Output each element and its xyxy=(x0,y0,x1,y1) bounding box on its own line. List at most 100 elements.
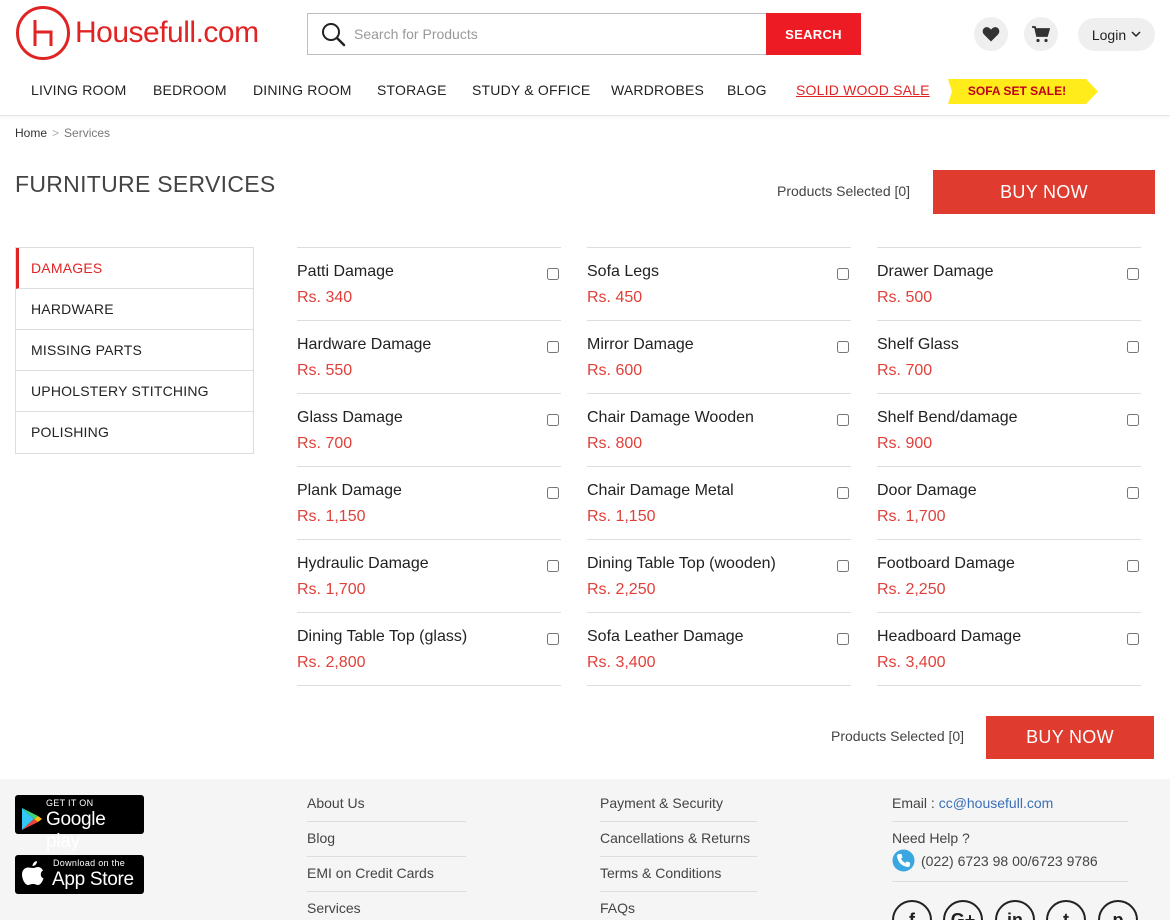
service-item: Hydraulic Damage Rs. 1,700 xyxy=(297,540,561,613)
services-column-2: Sofa Legs Rs. 450 Mirror Damage Rs. 600 Ch… xyxy=(587,247,851,686)
service-price: Rs. 3,400 xyxy=(877,654,946,671)
service-checkbox[interactable] xyxy=(837,633,849,645)
service-checkbox[interactable] xyxy=(837,341,849,353)
footer-link-payment-security[interactable]: Payment & Security xyxy=(600,795,723,811)
cart-button[interactable] xyxy=(1024,17,1058,51)
service-name: Sofa Legs xyxy=(587,263,660,280)
service-price: Rs. 340 xyxy=(297,289,353,306)
page-title: FURNITURE SERVICES xyxy=(15,171,276,197)
site-logo[interactable]: Housefull.com xyxy=(16,6,259,60)
twitter-icon[interactable]: t xyxy=(1046,900,1086,920)
site-footer: GET IT ON Google play Download on the Ap… xyxy=(0,779,1170,920)
service-checkbox[interactable] xyxy=(837,268,849,280)
service-checkbox[interactable] xyxy=(837,487,849,499)
service-checkbox[interactable] xyxy=(1127,268,1139,280)
service-price: Rs. 900 xyxy=(877,435,933,452)
logo-mark-icon xyxy=(16,6,70,60)
service-name: Shelf Bend/damage xyxy=(877,409,1018,426)
service-item: Sofa Leather Damage Rs. 3,400 xyxy=(587,613,851,686)
app-store-small-text: Download on the xyxy=(53,858,126,868)
footer-link-faqs[interactable]: FAQs xyxy=(600,900,635,916)
service-price: Rs. 500 xyxy=(877,289,933,306)
service-checkbox[interactable] xyxy=(547,560,559,572)
sidebar-item-missing-parts[interactable]: MISSING PARTS xyxy=(16,330,253,371)
service-name: Glass Damage xyxy=(297,409,403,426)
service-item: Drawer Damage Rs. 500 xyxy=(877,248,1141,321)
service-item: Door Damage Rs. 1,700 xyxy=(877,467,1141,540)
pinterest-icon[interactable]: p xyxy=(1098,900,1138,920)
search-input[interactable] xyxy=(354,26,734,42)
service-price: Rs. 550 xyxy=(297,362,353,379)
service-category-sidebar: DAMAGES HARDWARE MISSING PARTS UPHOLSTER… xyxy=(15,247,254,454)
instagram-icon[interactable]: in xyxy=(995,900,1035,920)
service-price: Rs. 3,400 xyxy=(587,654,656,671)
sofa-set-sale-badge[interactable]: SOFA SET SALE! xyxy=(948,79,1098,104)
service-name: Plank Damage xyxy=(297,482,402,499)
footer-link-about-us[interactable]: About Us xyxy=(307,795,365,811)
nav-blog[interactable]: BLOG xyxy=(727,82,767,98)
service-checkbox[interactable] xyxy=(1127,414,1139,426)
search-box xyxy=(307,13,767,55)
google-play-badge[interactable]: GET IT ON Google play xyxy=(15,795,144,852)
service-price: Rs. 2,250 xyxy=(877,581,946,598)
service-name: Hardware Damage xyxy=(297,336,432,353)
nav-dining-room[interactable]: DINING ROOM xyxy=(253,82,352,98)
footer-divider xyxy=(307,891,466,892)
service-price: Rs. 800 xyxy=(587,435,643,452)
buy-now-button-bottom[interactable]: BUY NOW xyxy=(986,716,1154,759)
service-checkbox[interactable] xyxy=(547,341,559,353)
sidebar-item-polishing[interactable]: POLISHING xyxy=(16,412,253,453)
footer-link-blog[interactable]: Blog xyxy=(307,830,335,846)
service-checkbox[interactable] xyxy=(547,414,559,426)
service-checkbox[interactable] xyxy=(837,414,849,426)
service-price: Rs. 1,700 xyxy=(877,508,946,525)
service-checkbox[interactable] xyxy=(547,268,559,280)
nav-bedroom[interactable]: BEDROOM xyxy=(153,82,227,98)
service-checkbox[interactable] xyxy=(1127,341,1139,353)
footer-link-cancellations[interactable]: Cancellations & Returns xyxy=(600,830,750,846)
breadcrumb-separator: > xyxy=(52,126,60,140)
footer-link-emi[interactable]: EMI on Credit Cards xyxy=(307,865,434,881)
nav-study-office[interactable]: STUDY & OFFICE xyxy=(472,82,590,98)
phone-number[interactable]: (022) 6723 98 00/6723 9786 xyxy=(921,853,1098,869)
buy-now-button-top[interactable]: BUY NOW xyxy=(933,170,1155,214)
email-link[interactable]: cc@housefull.com xyxy=(939,795,1054,811)
google-play-icon xyxy=(22,808,42,830)
login-button[interactable]: Login xyxy=(1078,18,1155,51)
search-button[interactable]: SEARCH xyxy=(766,13,861,55)
cart-icon xyxy=(1032,25,1050,42)
sidebar-item-damages[interactable]: DAMAGES xyxy=(16,248,253,289)
nav-solid-wood-sale[interactable]: SOLID WOOD SALE xyxy=(796,82,930,98)
sidebar-item-hardware[interactable]: HARDWARE xyxy=(16,289,253,330)
service-name: Chair Damage Wooden xyxy=(587,409,754,426)
app-store-badge[interactable]: Download on the App Store xyxy=(15,855,144,894)
service-item: Dining Table Top (glass) Rs. 2,800 xyxy=(297,613,561,686)
wishlist-button[interactable] xyxy=(974,17,1008,51)
service-checkbox[interactable] xyxy=(1127,560,1139,572)
nav-wardrobes[interactable]: WARDROBES xyxy=(611,82,704,98)
footer-phone: (022) 6723 98 00/6723 9786 xyxy=(892,849,1098,872)
service-checkbox[interactable] xyxy=(547,633,559,645)
nav-storage[interactable]: STORAGE xyxy=(377,82,447,98)
google-plus-icon[interactable]: G+ xyxy=(943,900,983,920)
footer-link-terms[interactable]: Terms & Conditions xyxy=(600,865,721,881)
footer-link-services[interactable]: Services xyxy=(307,900,361,916)
service-checkbox[interactable] xyxy=(1127,633,1139,645)
search-icon xyxy=(322,23,346,47)
need-help-label: Need Help ? xyxy=(892,830,970,846)
site-header: Housefull.com SEARCH Login LIVING ROOM B… xyxy=(0,0,1170,116)
service-item: Chair Damage Wooden Rs. 800 xyxy=(587,394,851,467)
nav-living-room[interactable]: LIVING ROOM xyxy=(31,82,127,98)
service-checkbox[interactable] xyxy=(1127,487,1139,499)
service-item: Chair Damage Metal Rs. 1,150 xyxy=(587,467,851,540)
service-checkbox[interactable] xyxy=(547,487,559,499)
service-checkbox[interactable] xyxy=(837,560,849,572)
badge-label: SOFA SET SALE! xyxy=(967,84,1067,98)
facebook-icon[interactable]: f xyxy=(892,900,932,920)
sidebar-item-upholstery-stitching[interactable]: UPHOLSTERY STITCHING xyxy=(16,371,253,412)
breadcrumb-home[interactable]: Home xyxy=(15,126,47,140)
service-item: Headboard Damage Rs. 3,400 xyxy=(877,613,1141,686)
footer-divider xyxy=(892,821,1128,822)
service-item: Hardware Damage Rs. 550 xyxy=(297,321,561,394)
service-name: Shelf Glass xyxy=(877,336,959,353)
